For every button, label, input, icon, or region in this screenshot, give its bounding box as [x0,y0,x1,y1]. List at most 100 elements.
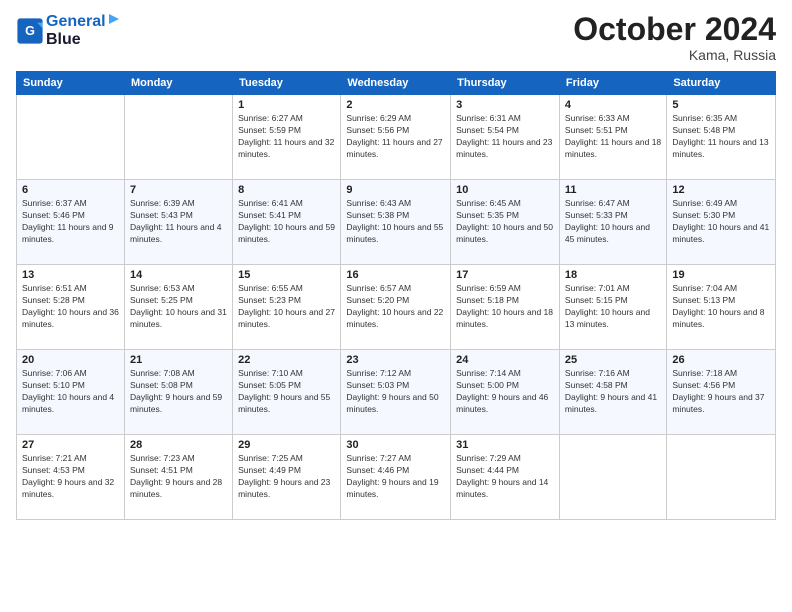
daylight-text: Daylight: 11 hours and 27 minutes. [346,137,445,161]
sunset-text: Sunset: 5:33 PM [565,210,661,222]
daylight-text: Daylight: 9 hours and 14 minutes. [456,477,554,501]
sunrise-text: Sunrise: 6:45 AM [456,198,554,210]
col-thursday: Thursday [451,72,560,95]
sunrise-text: Sunrise: 6:41 AM [238,198,335,210]
sunrise-text: Sunrise: 7:23 AM [130,453,227,465]
day-number: 3 [456,99,554,111]
calendar-cell: 10 Sunrise: 6:45 AM Sunset: 5:35 PM Dayl… [451,180,560,265]
day-number: 29 [238,439,335,451]
daylight-text: Daylight: 11 hours and 13 minutes. [672,137,770,161]
sunset-text: Sunset: 5:13 PM [672,295,770,307]
daylight-text: Daylight: 11 hours and 18 minutes. [565,137,661,161]
day-number: 30 [346,439,445,451]
day-number: 31 [456,439,554,451]
sunset-text: Sunset: 5:08 PM [130,380,227,392]
daylight-text: Daylight: 9 hours and 59 minutes. [130,392,227,416]
sunrise-text: Sunrise: 6:49 AM [672,198,770,210]
sunrise-text: Sunrise: 7:21 AM [22,453,119,465]
daylight-text: Daylight: 11 hours and 23 minutes. [456,137,554,161]
daylight-text: Daylight: 9 hours and 41 minutes. [565,392,661,416]
calendar-cell: 8 Sunrise: 6:41 AM Sunset: 5:41 PM Dayli… [233,180,341,265]
daylight-text: Daylight: 11 hours and 4 minutes. [130,222,227,246]
daylight-text: Daylight: 10 hours and 41 minutes. [672,222,770,246]
sunset-text: Sunset: 5:15 PM [565,295,661,307]
daylight-text: Daylight: 10 hours and 27 minutes. [238,307,335,331]
calendar-cell: 26 Sunrise: 7:18 AM Sunset: 4:56 PM Dayl… [667,350,776,435]
sunset-text: Sunset: 5:23 PM [238,295,335,307]
col-friday: Friday [559,72,666,95]
sunrise-text: Sunrise: 7:16 AM [565,368,661,380]
sunrise-text: Sunrise: 6:31 AM [456,113,554,125]
sunrise-text: Sunrise: 7:01 AM [565,283,661,295]
calendar-cell: 14 Sunrise: 6:53 AM Sunset: 5:25 PM Dayl… [124,265,232,350]
day-number: 11 [565,184,661,196]
sunset-text: Sunset: 5:38 PM [346,210,445,222]
logo-icon: G [16,17,44,45]
calendar-cell: 17 Sunrise: 6:59 AM Sunset: 5:18 PM Dayl… [451,265,560,350]
calendar-cell: 5 Sunrise: 6:35 AM Sunset: 5:48 PM Dayli… [667,95,776,180]
sunrise-text: Sunrise: 7:06 AM [22,368,119,380]
sunrise-text: Sunrise: 6:59 AM [456,283,554,295]
col-saturday: Saturday [667,72,776,95]
daylight-text: Daylight: 11 hours and 9 minutes. [22,222,119,246]
calendar-cell: 16 Sunrise: 6:57 AM Sunset: 5:20 PM Dayl… [341,265,451,350]
sunset-text: Sunset: 4:56 PM [672,380,770,392]
daylight-text: Daylight: 10 hours and 45 minutes. [565,222,661,246]
sunset-text: Sunset: 5:30 PM [672,210,770,222]
sunset-text: Sunset: 5:25 PM [130,295,227,307]
sunrise-text: Sunrise: 6:47 AM [565,198,661,210]
calendar-cell: 7 Sunrise: 6:39 AM Sunset: 5:43 PM Dayli… [124,180,232,265]
calendar-cell: 18 Sunrise: 7:01 AM Sunset: 5:15 PM Dayl… [559,265,666,350]
daylight-text: Daylight: 10 hours and 55 minutes. [346,222,445,246]
day-number: 17 [456,269,554,281]
day-number: 10 [456,184,554,196]
sunrise-text: Sunrise: 7:27 AM [346,453,445,465]
calendar-cell: 12 Sunrise: 6:49 AM Sunset: 5:30 PM Dayl… [667,180,776,265]
daylight-text: Daylight: 9 hours and 55 minutes. [238,392,335,416]
calendar-cell: 1 Sunrise: 6:27 AM Sunset: 5:59 PM Dayli… [233,95,341,180]
day-number: 21 [130,354,227,366]
calendar-cell: 31 Sunrise: 7:29 AM Sunset: 4:44 PM Dayl… [451,435,560,520]
daylight-text: Daylight: 9 hours and 28 minutes. [130,477,227,501]
week-row-3: 13 Sunrise: 6:51 AM Sunset: 5:28 PM Dayl… [17,265,776,350]
sunset-text: Sunset: 4:46 PM [346,465,445,477]
day-number: 4 [565,99,661,111]
daylight-text: Daylight: 10 hours and 13 minutes. [565,307,661,331]
day-number: 18 [565,269,661,281]
day-number: 26 [672,354,770,366]
sunset-text: Sunset: 5:46 PM [22,210,119,222]
day-number: 28 [130,439,227,451]
daylight-text: Daylight: 9 hours and 23 minutes. [238,477,335,501]
sunrise-text: Sunrise: 6:37 AM [22,198,119,210]
calendar-cell: 19 Sunrise: 7:04 AM Sunset: 5:13 PM Dayl… [667,265,776,350]
location: Kama, Russia [573,47,776,63]
day-number: 27 [22,439,119,451]
sunset-text: Sunset: 5:54 PM [456,125,554,137]
sunset-text: Sunset: 5:05 PM [238,380,335,392]
sunset-text: Sunset: 5:20 PM [346,295,445,307]
calendar-cell: 15 Sunrise: 6:55 AM Sunset: 5:23 PM Dayl… [233,265,341,350]
calendar-cell [667,435,776,520]
day-number: 22 [238,354,335,366]
title-block: October 2024 Kama, Russia [573,12,776,63]
sunrise-text: Sunrise: 7:04 AM [672,283,770,295]
sunrise-text: Sunrise: 6:35 AM [672,113,770,125]
sunrise-text: Sunrise: 7:10 AM [238,368,335,380]
week-row-5: 27 Sunrise: 7:21 AM Sunset: 4:53 PM Dayl… [17,435,776,520]
day-number: 9 [346,184,445,196]
day-number: 6 [22,184,119,196]
calendar-cell: 25 Sunrise: 7:16 AM Sunset: 4:58 PM Dayl… [559,350,666,435]
day-number: 20 [22,354,119,366]
col-wednesday: Wednesday [341,72,451,95]
calendar-cell: 29 Sunrise: 7:25 AM Sunset: 4:49 PM Dayl… [233,435,341,520]
calendar-cell [17,95,125,180]
calendar-cell: 24 Sunrise: 7:14 AM Sunset: 5:00 PM Dayl… [451,350,560,435]
calendar-cell: 2 Sunrise: 6:29 AM Sunset: 5:56 PM Dayli… [341,95,451,180]
day-number: 7 [130,184,227,196]
day-number: 24 [456,354,554,366]
svg-text:G: G [25,24,35,38]
calendar-cell: 30 Sunrise: 7:27 AM Sunset: 4:46 PM Dayl… [341,435,451,520]
sunset-text: Sunset: 5:10 PM [22,380,119,392]
week-row-2: 6 Sunrise: 6:37 AM Sunset: 5:46 PM Dayli… [17,180,776,265]
calendar-cell: 27 Sunrise: 7:21 AM Sunset: 4:53 PM Dayl… [17,435,125,520]
